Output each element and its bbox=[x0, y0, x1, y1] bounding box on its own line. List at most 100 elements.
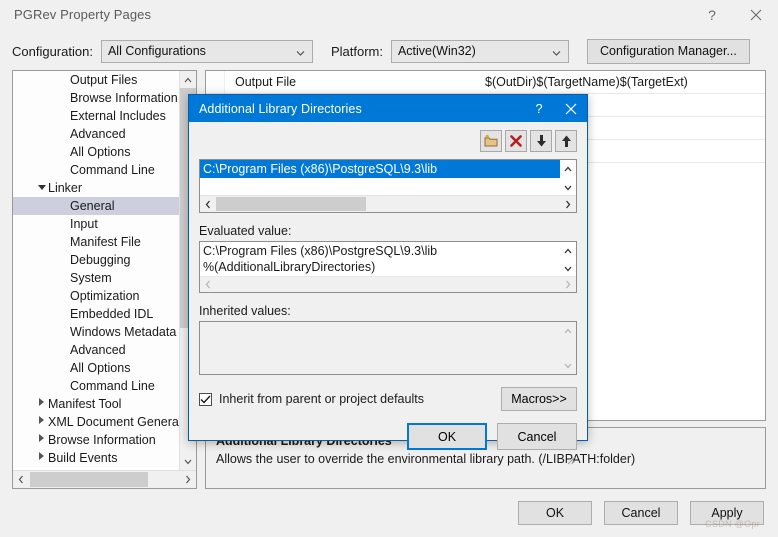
platform-label: Platform: bbox=[330, 43, 383, 59]
tree-item-browse-information[interactable]: Browse Information bbox=[13, 89, 180, 107]
configuration-dropdown[interactable]: All Configurations bbox=[100, 39, 313, 63]
evaluated-horizontal-scrollbar[interactable] bbox=[200, 276, 576, 292]
resize-grip-icon[interactable] bbox=[564, 453, 576, 465]
inherit-checkbox-label[interactable]: Inherit from parent or project defaults bbox=[219, 392, 424, 406]
modal-help-icon[interactable]: ? bbox=[523, 95, 555, 122]
move-up-icon[interactable] bbox=[555, 130, 577, 152]
tree-item-manifest-file[interactable]: Manifest File bbox=[13, 233, 180, 251]
tree-item-advanced[interactable]: Advanced bbox=[13, 341, 180, 359]
help-icon[interactable]: ? bbox=[690, 0, 734, 30]
platform-dropdown[interactable]: Active(Win32) bbox=[390, 39, 569, 63]
tree-item-debugging[interactable]: Debugging bbox=[13, 251, 180, 269]
property-row[interactable]: Output File $(OutDir)$(TargetName)$(Targe… bbox=[206, 71, 765, 94]
evaluated-vertical-scrollbar[interactable] bbox=[560, 242, 576, 277]
scroll-up-icon[interactable] bbox=[180, 71, 196, 88]
chevron-right-icon[interactable] bbox=[35, 449, 48, 467]
delete-icon[interactable] bbox=[505, 130, 527, 152]
window-title: PGRev Property Pages bbox=[14, 7, 152, 22]
ok-button[interactable]: OK bbox=[518, 501, 592, 525]
cancel-button[interactable]: Cancel bbox=[604, 501, 678, 525]
scroll-left-icon[interactable] bbox=[13, 471, 29, 488]
new-folder-icon[interactable] bbox=[480, 130, 502, 152]
chevron-right-icon[interactable] bbox=[35, 413, 48, 431]
tree-item-all-options[interactable]: All Options bbox=[13, 359, 180, 377]
scroll-up-icon[interactable] bbox=[560, 242, 576, 259]
tree-item-label: Command Line bbox=[70, 379, 155, 393]
scroll-right-icon[interactable] bbox=[560, 196, 576, 212]
list-horizontal-scrollbar[interactable] bbox=[200, 195, 576, 212]
tree-item-label: All Options bbox=[70, 361, 131, 375]
scroll-left-icon[interactable] bbox=[200, 196, 216, 212]
move-down-icon[interactable] bbox=[530, 130, 552, 152]
evaluated-value-line: %(AdditionalLibraryDirectories) bbox=[203, 260, 376, 274]
scroll-down-icon[interactable] bbox=[560, 260, 576, 277]
tree-item-input[interactable]: Input bbox=[13, 215, 180, 233]
tree-item-embedded-idl[interactable]: Embedded IDL bbox=[13, 305, 180, 323]
scroll-down-icon[interactable] bbox=[560, 179, 576, 196]
scroll-left-icon bbox=[200, 277, 216, 292]
list-toolbar bbox=[199, 130, 577, 152]
property-tree[interactable]: Output Files Browse Information External I… bbox=[13, 71, 180, 470]
tree-item-general[interactable]: General bbox=[13, 197, 180, 215]
tree-item-label: Advanced bbox=[70, 343, 126, 357]
tree-item-label: Windows Metadata bbox=[70, 325, 177, 339]
tree-item-command-line[interactable]: Command Line bbox=[13, 161, 180, 179]
macros-button[interactable]: Macros>> bbox=[501, 387, 577, 411]
scroll-right-icon[interactable] bbox=[180, 471, 196, 488]
tree-item-manifest-tool[interactable]: Manifest Tool bbox=[13, 395, 180, 413]
list-item[interactable] bbox=[200, 178, 560, 196]
scroll-up-icon[interactable] bbox=[560, 322, 576, 339]
scroll-down-icon[interactable] bbox=[560, 357, 576, 374]
tree-horizontal-scrollbar[interactable] bbox=[13, 470, 196, 488]
directories-list-rows[interactable]: C:\Program Files (x86)\PostgreSQL\9.3\li… bbox=[200, 160, 560, 196]
chevron-right-icon[interactable] bbox=[35, 431, 48, 449]
tree-item-command-line[interactable]: Command Line bbox=[13, 377, 180, 395]
list-hscroll-thumb[interactable] bbox=[216, 197, 366, 211]
modal-close-icon[interactable] bbox=[555, 95, 587, 122]
modal-body: C:\Program Files (x86)\PostgreSQL\9.3\li… bbox=[189, 122, 587, 465]
property-tree-pane: Output Files Browse Information External I… bbox=[12, 70, 197, 489]
tree-item-label: Command Line bbox=[70, 163, 155, 177]
tree-item-xml-document-generat[interactable]: XML Document Generat bbox=[13, 413, 180, 431]
chevron-down-icon bbox=[296, 47, 305, 56]
additional-library-directories-dialog: Additional Library Directories ? C:\Prog… bbox=[188, 94, 588, 465]
tree-item-build-events[interactable]: Build Events bbox=[13, 449, 180, 467]
tree-item-label: Linker bbox=[48, 181, 83, 195]
list-item[interactable]: C:\Program Files (x86)\PostgreSQL\9.3\li… bbox=[200, 160, 560, 178]
inherited-vertical-scrollbar[interactable] bbox=[560, 322, 576, 374]
tree-item-label: Advanced bbox=[70, 127, 126, 141]
dialog-footer: OK Cancel Apply bbox=[0, 489, 778, 537]
modal-titlebar: Additional Library Directories ? bbox=[189, 95, 587, 122]
platform-value: Active(Win32) bbox=[397, 44, 476, 58]
list-vertical-scrollbar[interactable] bbox=[560, 160, 576, 196]
tree-item-label: Debugging bbox=[70, 253, 131, 267]
modal-ok-button[interactable]: OK bbox=[407, 423, 487, 450]
directories-list[interactable]: C:\Program Files (x86)\PostgreSQL\9.3\li… bbox=[199, 159, 577, 213]
apply-button[interactable]: Apply bbox=[690, 501, 764, 525]
tree-item-label: Manifest Tool bbox=[48, 397, 122, 411]
modal-cancel-button[interactable]: Cancel bbox=[497, 423, 577, 450]
scroll-up-icon[interactable] bbox=[560, 160, 576, 177]
chevron-right-icon[interactable] bbox=[35, 395, 48, 413]
tree-item-browse-information[interactable]: Browse Information bbox=[13, 431, 180, 449]
configuration-manager-button[interactable]: Configuration Manager... bbox=[586, 38, 750, 64]
evaluated-value-line: C:\Program Files (x86)\PostgreSQL\9.3\li… bbox=[203, 244, 438, 258]
tree-item-optimization[interactable]: Optimization bbox=[13, 287, 180, 305]
property-row-gutter bbox=[206, 71, 225, 93]
tree-item-advanced[interactable]: Advanced bbox=[13, 125, 180, 143]
configuration-label: Configuration: bbox=[12, 43, 93, 59]
tree-item-output-files[interactable]: Output Files bbox=[13, 71, 180, 89]
property-value[interactable]: $(OutDir)$(TargetName)$(TargetExt) bbox=[485, 75, 765, 89]
tree-item-label: Output Files bbox=[70, 73, 138, 87]
tree-item-label: Browse Information bbox=[48, 433, 156, 447]
tree-item-windows-metadata[interactable]: Windows Metadata bbox=[13, 323, 180, 341]
tree-item-external-includes[interactable]: External Includes bbox=[13, 107, 180, 125]
modal-title: Additional Library Directories bbox=[199, 101, 362, 116]
inherit-checkbox[interactable] bbox=[199, 392, 212, 406]
tree-item-system[interactable]: System bbox=[13, 269, 180, 287]
close-icon[interactable] bbox=[734, 0, 778, 30]
chevron-down-icon[interactable] bbox=[35, 179, 48, 197]
tree-item-linker[interactable]: Linker bbox=[13, 179, 180, 197]
tree-item-all-options[interactable]: All Options bbox=[13, 143, 180, 161]
tree-hscroll-thumb[interactable] bbox=[30, 472, 148, 487]
